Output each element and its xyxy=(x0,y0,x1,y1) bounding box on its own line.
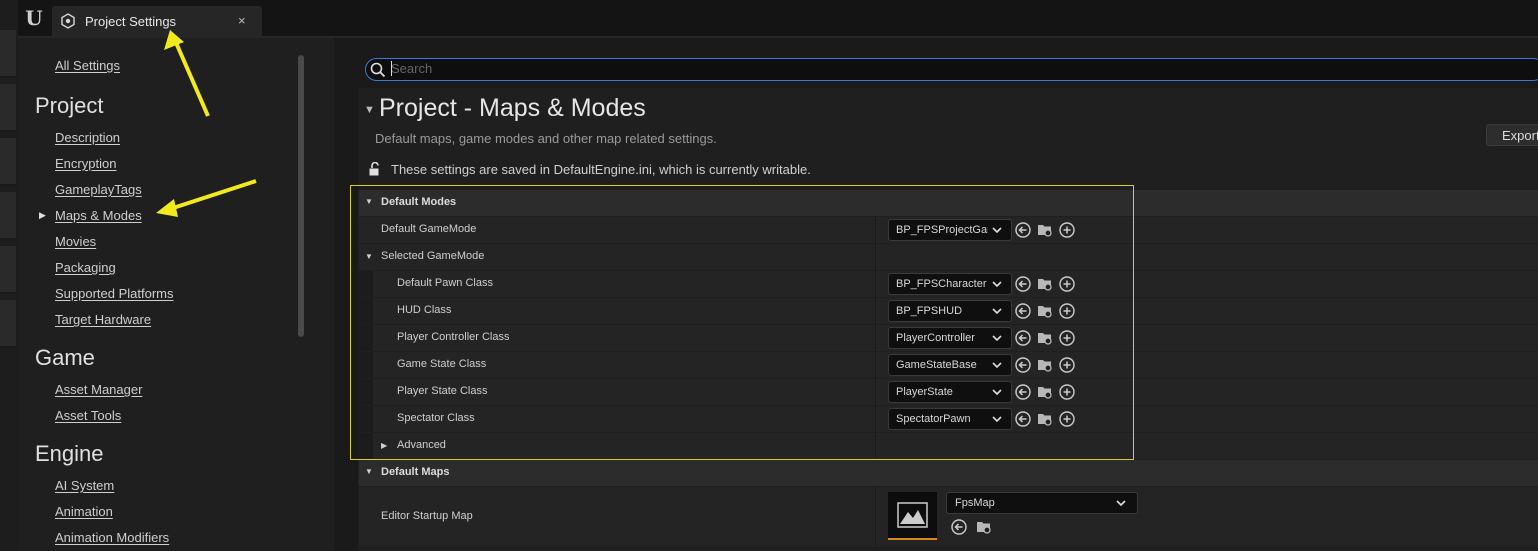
strip-slot xyxy=(0,300,16,348)
map-icon xyxy=(897,502,928,528)
nav-heading-engine: Engine xyxy=(35,441,104,466)
editor-side-strip xyxy=(0,0,18,551)
nav-item-encryption[interactable]: Encryption xyxy=(55,156,116,171)
nav-item-target-hardware[interactable]: Target Hardware xyxy=(55,312,151,327)
annotation-arrow-icon xyxy=(164,30,210,117)
annotation-arrow-icon xyxy=(156,179,257,217)
browse-folder-icon[interactable] xyxy=(976,519,992,535)
tab-title: Project Settings xyxy=(85,14,177,29)
strip-slot xyxy=(0,192,16,240)
strip-slot xyxy=(0,246,16,294)
highlight-box xyxy=(350,185,1134,460)
column-divider xyxy=(875,487,876,547)
strip-slot xyxy=(0,30,16,78)
chevron-down-icon xyxy=(1116,500,1126,507)
nav-all-settings[interactable]: All Settings xyxy=(55,58,120,73)
search-placeholder: Search xyxy=(391,61,433,76)
nav-heading-project: Project xyxy=(35,93,104,118)
nav-item-animation-modifiers[interactable]: Animation Modifiers xyxy=(55,530,169,545)
property-label: Editor Startup Map xyxy=(381,510,473,522)
text-caret xyxy=(391,61,392,76)
startup-map-dropdown[interactable]: FpsMap xyxy=(946,492,1138,514)
nav-item-description[interactable]: Description xyxy=(55,130,120,145)
nav-item-animation[interactable]: Animation xyxy=(55,504,113,519)
use-selected-asset-icon[interactable] xyxy=(951,519,967,535)
section-description: Default maps, game modes and other map r… xyxy=(375,131,717,146)
strip-slot xyxy=(0,138,16,186)
nav-item-maps-modes[interactable]: Maps & Modes xyxy=(55,208,142,223)
sidebar-scrollbar[interactable] xyxy=(298,55,304,337)
dropdown-value: FpsMap xyxy=(955,497,995,509)
collapse-triangle-icon: ▼ xyxy=(365,467,373,476)
nav-item-asset-manager[interactable]: Asset Manager xyxy=(55,382,142,397)
nav-heading-game: Game xyxy=(35,345,95,370)
nav-item-supported-platforms[interactable]: Supported Platforms xyxy=(55,286,174,301)
category-default-maps[interactable]: ▼ Default Maps xyxy=(359,460,1538,486)
export-button[interactable]: Export xyxy=(1486,124,1538,146)
nav-item-gameplaytags[interactable]: GameplayTags xyxy=(55,182,142,197)
settings-cube-icon xyxy=(61,13,75,29)
export-label: Export xyxy=(1502,128,1538,143)
nav-item-packaging[interactable]: Packaging xyxy=(55,260,116,275)
tab-project-settings[interactable]: Project Settings × xyxy=(52,6,262,36)
unreal-logo-icon: U xyxy=(25,6,43,30)
close-icon[interactable]: × xyxy=(238,13,246,28)
nav-item-asset-tools[interactable]: Asset Tools xyxy=(55,408,121,423)
collapse-triangle-icon[interactable]: ▼ xyxy=(364,104,375,116)
map-thumbnail[interactable] xyxy=(888,492,937,540)
page-title: Project - Maps & Modes xyxy=(379,94,646,122)
unlock-icon xyxy=(369,162,379,176)
nav-item-movies[interactable]: Movies xyxy=(55,234,96,249)
strip-slot xyxy=(0,84,16,132)
selected-arrow-icon: ▶ xyxy=(39,210,46,220)
search-icon xyxy=(370,62,386,78)
search-input[interactable] xyxy=(365,58,1538,81)
config-saved-note: These settings are saved in DefaultEngin… xyxy=(391,162,811,177)
nav-item-ai-system[interactable]: AI System xyxy=(55,478,114,493)
category-label: Default Maps xyxy=(381,466,450,478)
